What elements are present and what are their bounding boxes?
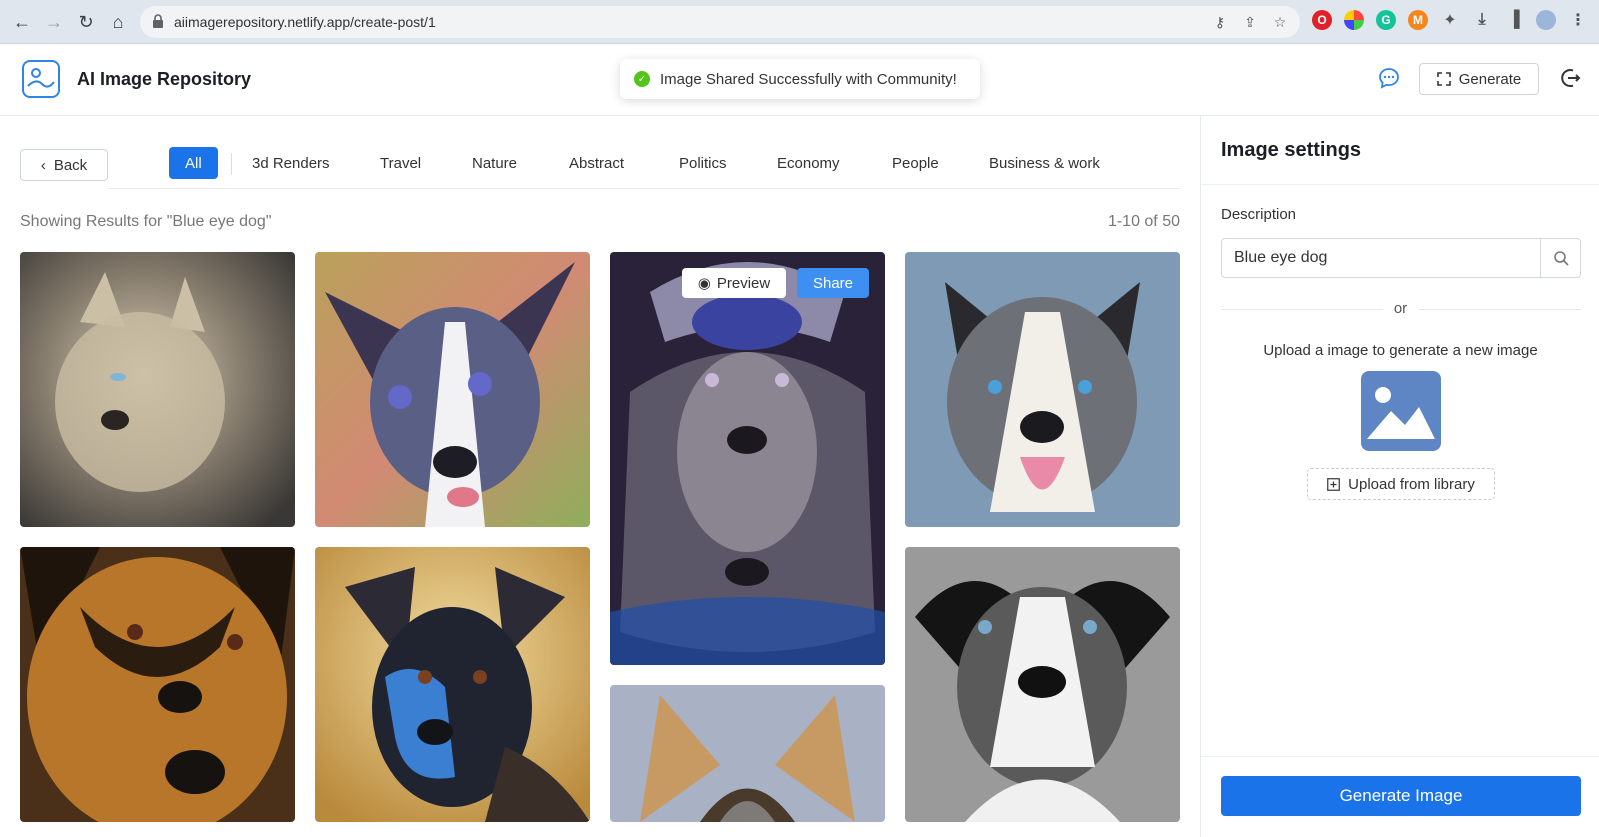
tab-politics[interactable]: Politics bbox=[679, 147, 727, 179]
tab-travel[interactable]: Travel bbox=[380, 147, 421, 179]
tab-abstract[interactable]: Abstract bbox=[569, 147, 624, 179]
search-button[interactable] bbox=[1540, 239, 1580, 277]
download-icon[interactable]: ⤓ bbox=[1472, 10, 1492, 30]
check-circle-icon: ✓ bbox=[634, 71, 650, 87]
generate-button[interactable]: Generate bbox=[1419, 63, 1539, 95]
upload-from-library-label: Upload from library bbox=[1348, 475, 1475, 493]
eye-icon: ◉ bbox=[697, 275, 711, 292]
tab-3d-renders[interactable]: 3d Renders bbox=[252, 147, 330, 179]
gallery-image-card[interactable] bbox=[315, 547, 590, 822]
gallery-image-card[interactable] bbox=[20, 252, 295, 527]
app-header: AI Image Repository ✓ Image Shared Succe… bbox=[0, 44, 1599, 116]
panel-title: Image settings bbox=[1221, 139, 1362, 161]
tab-economy[interactable]: Economy bbox=[777, 147, 840, 179]
search-icon bbox=[1553, 251, 1569, 266]
generate-button-label: Generate bbox=[1458, 70, 1522, 88]
chat-icon[interactable] bbox=[1378, 67, 1400, 89]
image-logo-icon bbox=[27, 68, 55, 88]
divider bbox=[1419, 309, 1581, 310]
url-text: aiimagerepository.netlify.app/create-pos… bbox=[174, 14, 436, 30]
star-icon[interactable]: ☆ bbox=[1272, 14, 1288, 30]
dog-image bbox=[905, 252, 1180, 527]
gallery-image-card[interactable] bbox=[610, 685, 885, 822]
sidebar-icon[interactable]: ▐ bbox=[1504, 10, 1524, 30]
tab-all[interactable]: All bbox=[169, 147, 218, 179]
color-extension-icon[interactable] bbox=[1344, 10, 1364, 30]
dog-image bbox=[20, 252, 295, 527]
gallery-image-card[interactable] bbox=[315, 252, 590, 527]
plus-square-icon bbox=[1327, 477, 1340, 491]
dog-image bbox=[610, 685, 885, 822]
image-settings-panel: Image settings Description Blue eye dog … bbox=[1200, 116, 1599, 837]
share-button[interactable]: Share bbox=[797, 268, 869, 298]
home-icon[interactable]: ⌂ bbox=[106, 10, 130, 34]
fullscreen-icon bbox=[1436, 72, 1451, 86]
logout-icon[interactable] bbox=[1558, 66, 1582, 90]
upload-instructions: Upload a image to generate a new image bbox=[1263, 342, 1538, 359]
category-tabs: All 3d Renders Travel Nature Abstract Po… bbox=[108, 145, 1180, 189]
metamask-extension-icon[interactable]: M bbox=[1408, 10, 1428, 30]
profile-avatar[interactable] bbox=[1536, 10, 1556, 30]
gallery-image-card[interactable] bbox=[905, 252, 1180, 527]
dog-image bbox=[20, 547, 295, 822]
divider bbox=[1201, 756, 1599, 757]
dog-image bbox=[315, 547, 590, 822]
main-content: ‹ Back All 3d Renders Travel Nature Abst… bbox=[0, 116, 1200, 837]
success-toast: ✓ Image Shared Successfully with Communi… bbox=[620, 59, 980, 99]
lock-icon bbox=[153, 14, 163, 28]
gallery-image-card[interactable] bbox=[20, 547, 295, 822]
gallery-image-card[interactable] bbox=[905, 547, 1180, 822]
results-text: Showing Results for "Blue eye dog" bbox=[20, 213, 272, 230]
toast-message: Image Shared Successfully with Community… bbox=[660, 70, 957, 88]
upload-from-library-button[interactable]: Upload from library bbox=[1307, 468, 1495, 500]
generate-image-button[interactable]: Generate Image bbox=[1221, 776, 1581, 816]
forward-arrow-icon[interactable]: → bbox=[42, 10, 66, 34]
app-logo[interactable] bbox=[22, 60, 60, 98]
preview-button-label: Preview bbox=[716, 274, 771, 292]
browser-toolbar: ← → ↻ ⌂ aiimagerepository.netlify.app/cr… bbox=[0, 0, 1599, 44]
description-value: Blue eye dog bbox=[1234, 249, 1328, 266]
puzzle-extensions-icon[interactable]: ✦ bbox=[1440, 10, 1460, 30]
gallery-image-card-hovered[interactable]: ◉ Preview Share bbox=[610, 252, 885, 665]
opera-extension-icon[interactable]: O bbox=[1312, 10, 1332, 30]
dog-image bbox=[905, 547, 1180, 822]
app-title: AI Image Repository bbox=[77, 69, 252, 89]
address-bar[interactable]: aiimagerepository.netlify.app/create-pos… bbox=[140, 6, 1300, 38]
image-placeholder-icon bbox=[1361, 371, 1441, 451]
tab-divider bbox=[231, 153, 232, 175]
share-page-icon[interactable]: ⇪ bbox=[1242, 14, 1258, 30]
more-menu-icon[interactable]: ⋮ bbox=[1568, 10, 1588, 30]
description-input[interactable]: Blue eye dog bbox=[1221, 238, 1581, 278]
results-count: 1-10 of 50 bbox=[1107, 213, 1180, 230]
back-button-label: Back bbox=[53, 156, 88, 174]
chevron-left-icon: ‹ bbox=[40, 156, 46, 174]
tab-people[interactable]: People bbox=[892, 147, 939, 179]
key-icon[interactable]: ⚷ bbox=[1212, 14, 1228, 30]
reload-icon[interactable]: ↻ bbox=[74, 10, 98, 34]
tab-nature[interactable]: Nature bbox=[472, 147, 517, 179]
dog-image bbox=[610, 252, 885, 665]
divider bbox=[1201, 184, 1599, 185]
back-arrow-icon[interactable]: ← bbox=[10, 10, 34, 34]
grammarly-extension-icon[interactable]: G bbox=[1376, 10, 1396, 30]
tab-business-work[interactable]: Business & work bbox=[989, 147, 1100, 179]
back-button[interactable]: ‹ Back bbox=[20, 149, 108, 181]
description-label: Description bbox=[1221, 206, 1297, 223]
preview-button[interactable]: ◉ Preview bbox=[682, 268, 786, 298]
dog-image bbox=[315, 252, 590, 527]
